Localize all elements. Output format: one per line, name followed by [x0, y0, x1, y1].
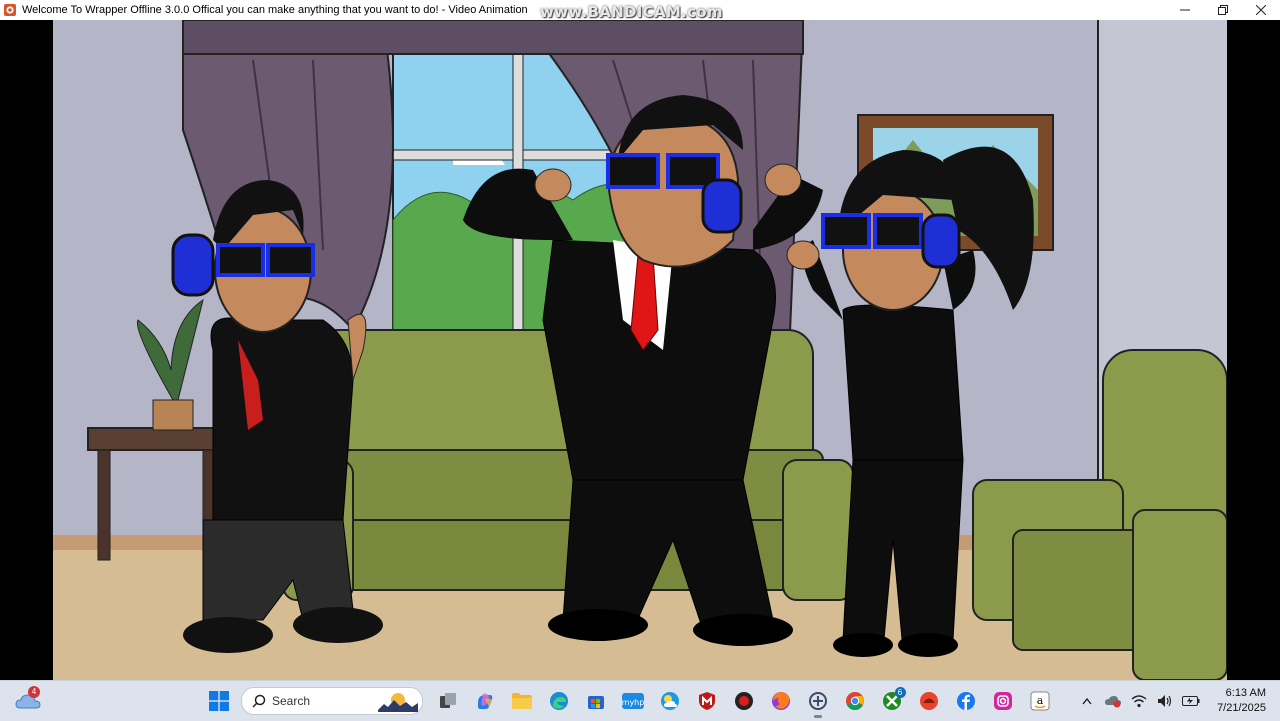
amazon-button[interactable]: a: [1024, 685, 1056, 717]
maximize-button[interactable]: [1204, 0, 1242, 20]
search-label: Search: [272, 694, 311, 708]
close-icon: [1256, 5, 1266, 15]
xbox-button[interactable]: 6: [876, 685, 908, 717]
wifi-icon: [1131, 695, 1147, 708]
instagram-button[interactable]: [987, 685, 1019, 717]
facebook-icon: [956, 692, 975, 710]
windows-start-icon: [208, 691, 229, 711]
clock-time: 6:13 AM: [1225, 687, 1266, 699]
mywp-button[interactable]: myhp: [617, 685, 649, 717]
close-button[interactable]: [1242, 0, 1280, 20]
taskbar: 4 Search myhp 6 a 6:13 AM 7/21/2025: [0, 680, 1280, 721]
file-explorer-button[interactable]: [506, 685, 538, 717]
svg-text:a: a: [1036, 694, 1043, 707]
weather-app-icon: [660, 692, 679, 710]
battery-button[interactable]: [1180, 690, 1202, 712]
chrome-button[interactable]: [839, 685, 871, 717]
search-highlight-icon: [378, 693, 418, 712]
video-player[interactable]: [0, 20, 1280, 680]
game-app-button[interactable]: [913, 685, 945, 717]
clock-button[interactable]: 6:13 AM 7/21/2025: [1204, 686, 1266, 716]
game-app-icon: [919, 692, 938, 710]
firefox-icon: [771, 692, 790, 710]
bandicam-watermark: www.BANDICAM.com: [540, 3, 723, 21]
firefox-button[interactable]: [765, 685, 797, 717]
xbox-badge: 6: [894, 687, 906, 698]
clock-date: 7/21/2025: [1217, 702, 1266, 714]
store-button[interactable]: [580, 685, 612, 717]
start-button[interactable]: [203, 685, 235, 717]
minimize-button[interactable]: [1166, 0, 1204, 20]
edge-button[interactable]: [543, 685, 575, 717]
speaker-icon: [1158, 695, 1172, 707]
volume-button[interactable]: [1154, 690, 1176, 712]
store-icon: [587, 696, 604, 709]
task-view-icon: [439, 693, 456, 708]
scene-canvas: [53, 20, 1227, 680]
taskbar-search[interactable]: Search: [241, 687, 423, 715]
mcafee-mywp-icon: myhp: [621, 693, 644, 709]
task-view-button[interactable]: [432, 685, 464, 717]
wrapper-taskbar-button[interactable]: [802, 685, 834, 718]
search-icon: [252, 694, 266, 708]
minimize-icon: [1180, 9, 1190, 11]
copilot-button[interactable]: [469, 685, 501, 717]
window-title: Welcome To Wrapper Offline 3.0.0 Offical…: [22, 4, 528, 16]
battery-charging-icon: [1182, 696, 1200, 706]
mcafee-button[interactable]: [691, 685, 723, 717]
widgets-badge: 4: [28, 686, 40, 698]
chrome-icon: [845, 692, 864, 710]
copilot-icon: [477, 693, 492, 709]
record-icon: [734, 692, 753, 710]
tray-overflow-button[interactable]: [1076, 690, 1098, 712]
amazon-icon: a: [1030, 691, 1049, 711]
edge-icon: [549, 692, 568, 710]
record-button[interactable]: [728, 685, 760, 717]
window-title-bar: Welcome To Wrapper Offline 3.0.0 Offical…: [0, 0, 1280, 21]
wifi-button[interactable]: [1128, 690, 1150, 712]
restore-icon: [1218, 5, 1228, 15]
cloud-alert-icon: [1105, 696, 1121, 708]
weather-app-button[interactable]: [654, 685, 686, 717]
folder-icon: [511, 693, 532, 709]
instagram-icon: [993, 692, 1012, 710]
mcafee-icon: [698, 692, 715, 710]
wrapper-app-icon: [808, 692, 827, 710]
tray-mcafee-button[interactable]: [1102, 690, 1124, 712]
svg-text:myhp: myhp: [622, 698, 644, 707]
animation-scene: [53, 20, 1227, 680]
chevron-up-icon: [1082, 697, 1092, 705]
facebook-button[interactable]: [950, 685, 982, 717]
wrapper-app-icon: [4, 4, 16, 16]
